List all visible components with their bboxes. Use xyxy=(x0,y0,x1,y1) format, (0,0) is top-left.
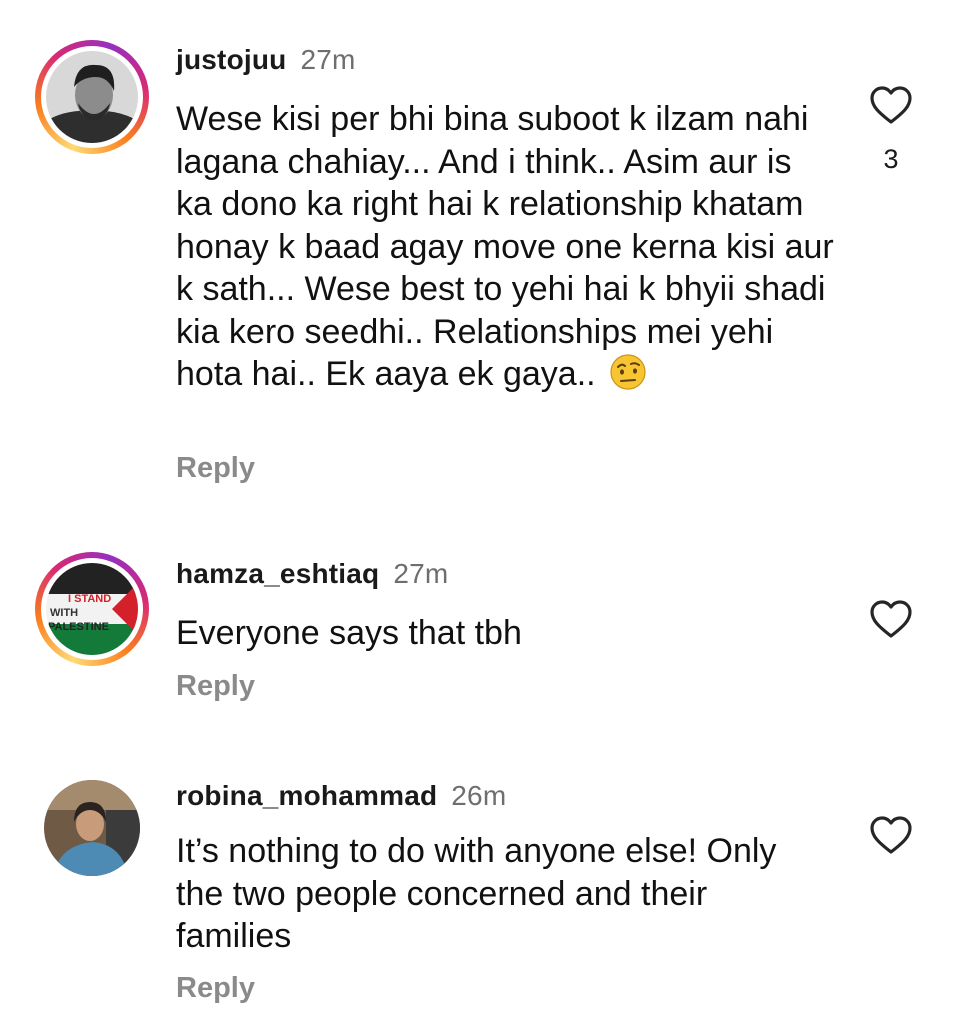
avatar-text-line3: PALESTINE xyxy=(48,621,109,633)
comment-time: 26m xyxy=(451,780,507,811)
avatar[interactable]: I STAND WITH PALESTINE xyxy=(35,552,149,666)
avatar-text-line1: I STAND xyxy=(68,593,111,605)
comment-time: 27m xyxy=(393,558,449,589)
like-button[interactable] xyxy=(868,598,914,640)
username-text: justojuu xyxy=(176,44,287,75)
comment-username[interactable]: justojuu 27m xyxy=(176,44,356,76)
like-button[interactable] xyxy=(868,814,914,856)
comment-body: Wese kisi per bhi bina suboot k ilzam na… xyxy=(176,100,834,393)
comment-username[interactable]: hamza_eshtiaq 27m xyxy=(176,558,448,590)
comment-text: Everyone says that tbh xyxy=(176,612,836,655)
man-portrait-icon xyxy=(46,51,138,143)
comment-username[interactable]: robina_mohammad 26m xyxy=(176,780,506,812)
comment-body: Everyone says that tbh xyxy=(176,614,522,652)
reply-button[interactable]: Reply xyxy=(176,452,255,485)
avatar[interactable] xyxy=(35,40,149,154)
comment-time: 27m xyxy=(300,44,356,75)
heart-outline-icon xyxy=(870,600,912,638)
username-text: robina_mohammad xyxy=(176,780,438,811)
face-with-raised-eyebrow-icon xyxy=(609,353,647,391)
palestine-flag-avatar-icon: I STAND WITH PALESTINE xyxy=(46,563,138,655)
heart-outline-icon xyxy=(870,86,912,124)
reply-button[interactable]: Reply xyxy=(176,972,255,1005)
comment-text: It’s nothing to do with anyone else! Onl… xyxy=(176,830,816,958)
heart-outline-icon xyxy=(870,816,912,854)
like-button[interactable] xyxy=(868,84,914,126)
like-count: 3 xyxy=(883,144,899,174)
avatar[interactable] xyxy=(44,780,140,876)
username-text: hamza_eshtiaq xyxy=(176,558,380,589)
woman-portrait-icon xyxy=(44,780,140,876)
reply-button[interactable]: Reply xyxy=(176,670,255,703)
comment-text: Wese kisi per bhi bina suboot k ilzam na… xyxy=(176,98,836,396)
comment-body: It’s nothing to do with anyone else! Onl… xyxy=(176,832,777,955)
avatar-text-line2: WITH xyxy=(50,607,78,619)
